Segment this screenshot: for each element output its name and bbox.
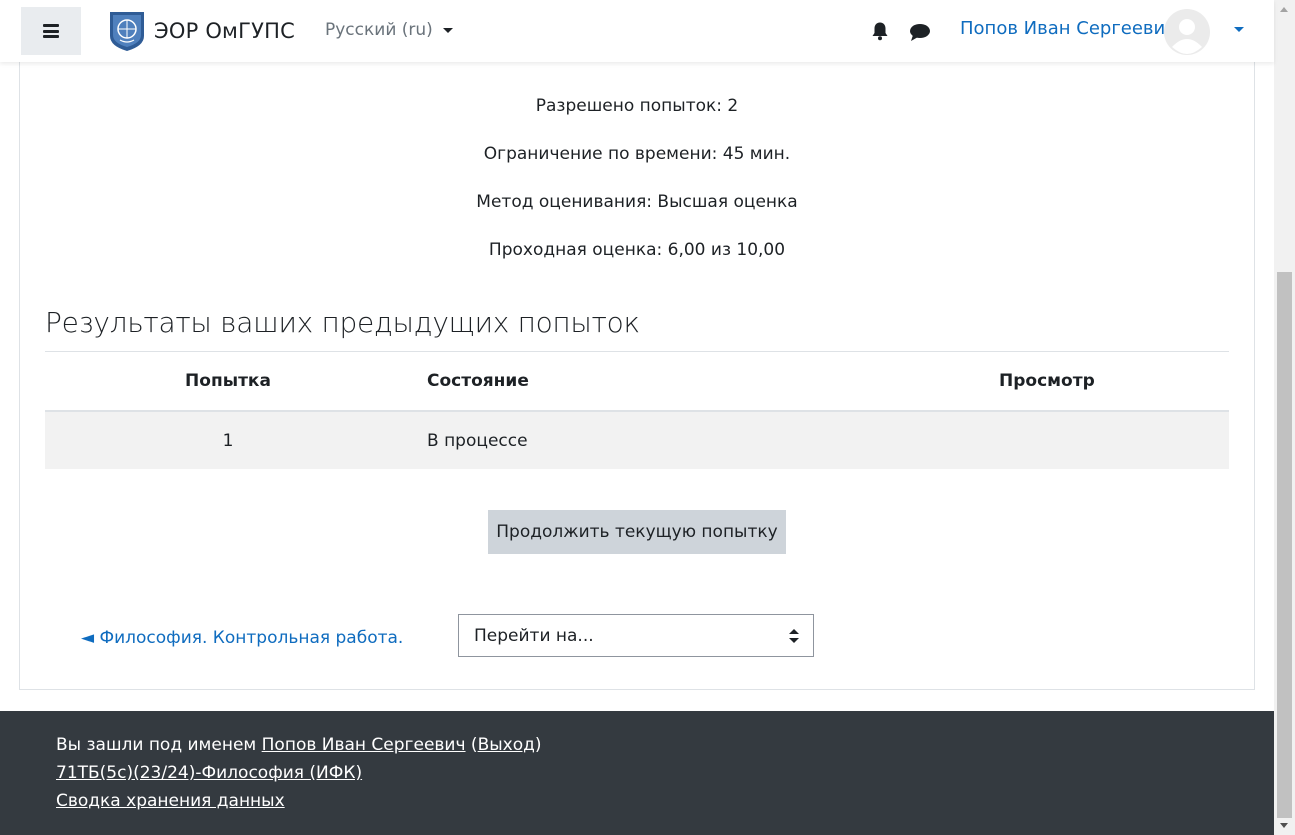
- avatar[interactable]: [1164, 9, 1210, 55]
- table-header-row: Попытка Состояние Просмотр: [45, 352, 1229, 412]
- continue-attempt-button[interactable]: Продолжить текущую попытку: [488, 510, 786, 554]
- quiz-summary-card: Разрешено попыток: 2 Ограничение по врем…: [19, 40, 1255, 690]
- results-heading: Результаты ваших предыдущих попыток: [45, 306, 640, 339]
- course-link-row: 71ТБ(5с)(23/24)-Философия (ИФК): [56, 763, 362, 783]
- attempt-number-cell: 1: [45, 411, 411, 469]
- attempt-review-cell: [807, 411, 1229, 469]
- logout-link[interactable]: Выход: [478, 735, 535, 755]
- footer-user-link[interactable]: Попов Иван Сергеевич: [262, 735, 466, 755]
- attempt-state-cell: В процессе: [411, 411, 807, 469]
- chat-icon[interactable]: [908, 22, 932, 42]
- previous-activity-link[interactable]: ◄ Философия. Контрольная работа.: [81, 628, 403, 648]
- scrollbar-thumb[interactable]: [1277, 272, 1292, 818]
- table-row: 1 В процессе: [45, 411, 1229, 469]
- column-header-review: Просмотр: [807, 352, 1229, 412]
- course-link[interactable]: 71ТБ(5с)(23/24)-Философия (ИФК): [56, 763, 362, 783]
- logout-close-paren: ): [534, 735, 542, 755]
- site-brand-link[interactable]: ЭОР ОмГУПС: [108, 10, 295, 52]
- site-name: ЭОР ОмГУПС: [154, 19, 295, 43]
- navbar: ЭОР ОмГУПС Русский (ru) Попов Иван Серге…: [0, 0, 1274, 62]
- jump-to-select-value: Перейти на...: [474, 626, 594, 646]
- site-logo-icon: [110, 12, 144, 51]
- scroll-up-arrow-icon[interactable]: [1280, 7, 1288, 12]
- column-header-state: Состояние: [411, 352, 807, 412]
- select-arrows-icon: [789, 629, 799, 643]
- grading-method-text: Метод оценивания: Высшая оценка: [476, 192, 798, 212]
- page-footer: Вы зашли под именем Попов Иван Сергеевич…: [0, 711, 1274, 835]
- bell-icon[interactable]: [870, 21, 890, 41]
- user-menu-chevron-icon[interactable]: [1234, 27, 1244, 32]
- user-menu-name[interactable]: Попов Иван Сергеевич: [960, 18, 1176, 39]
- data-retention-row: Сводка хранения данных: [56, 791, 285, 811]
- chevron-down-icon: [442, 27, 453, 33]
- time-limit-text: Ограничение по времени: 45 мин.: [483, 144, 791, 164]
- column-header-attempt: Попытка: [45, 352, 411, 412]
- menu-icon: [43, 24, 59, 38]
- data-retention-link[interactable]: Сводка хранения данных: [56, 791, 285, 811]
- language-menu[interactable]: Русский (ru): [325, 20, 453, 40]
- passing-grade-text: Проходная оценка: 6,00 из 10,00: [488, 240, 786, 260]
- login-info-prefix: Вы зашли под именем: [56, 735, 262, 755]
- language-label: Русский (ru): [325, 20, 433, 40]
- logout-open-paren: (: [465, 735, 478, 755]
- attempts-allowed-text: Разрешено попыток: 2: [535, 96, 739, 116]
- menu-toggle-button[interactable]: [21, 7, 81, 55]
- jump-to-select[interactable]: Перейти на...: [458, 614, 814, 657]
- scroll-down-arrow-icon[interactable]: [1280, 823, 1288, 828]
- login-info: Вы зашли под именем Попов Иван Сергеевич…: [56, 735, 542, 755]
- attempts-table: Попытка Состояние Просмотр 1 В процессе: [45, 352, 1229, 469]
- page-scrollbar[interactable]: [1274, 0, 1295, 835]
